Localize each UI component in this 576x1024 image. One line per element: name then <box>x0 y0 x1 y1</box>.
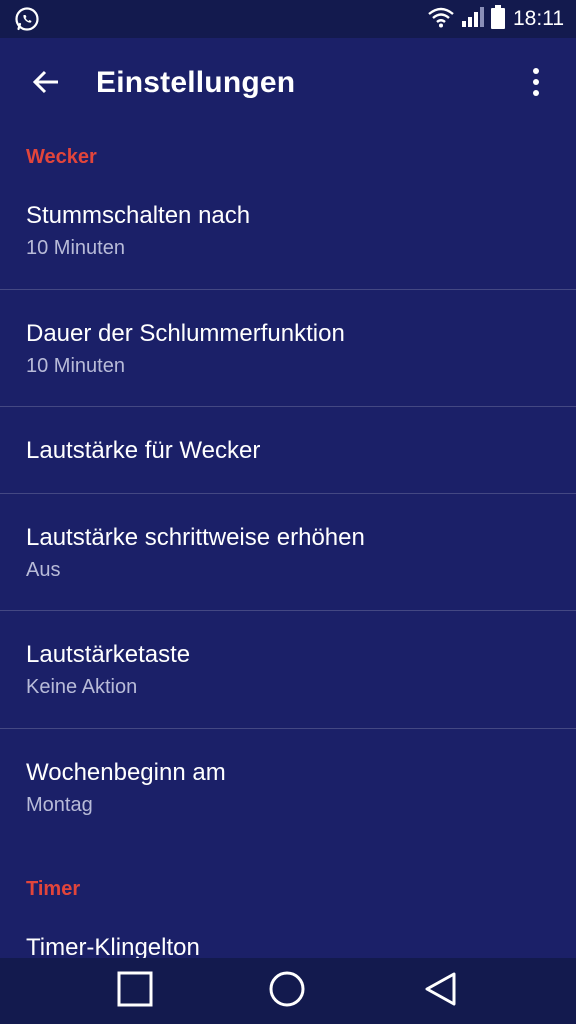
more-vert-icon <box>531 67 541 102</box>
pref-snooze-duration[interactable]: Dauer der Schlummerfunktion 10 Minuten <box>0 290 576 407</box>
arrow-back-icon <box>31 67 61 102</box>
screen: 18:11 Einstellungen Wecker Stummschalten… <box>0 0 576 1024</box>
settings-list[interactable]: Wecker Stummschalten nach 10 Minuten Dau… <box>0 130 576 958</box>
page-title: Einstellungen <box>96 66 296 99</box>
navigation-bar <box>0 958 576 1024</box>
status-icons: 18:11 <box>427 0 564 38</box>
section-header-alarm: Wecker <box>26 146 97 168</box>
home-circle-icon <box>268 970 306 1013</box>
wifi-icon <box>427 6 455 33</box>
pref-summary: 10 Minuten <box>26 355 125 377</box>
pref-summary: Aus <box>26 559 61 581</box>
recents-square-icon <box>117 971 153 1012</box>
status-bar: 18:11 <box>0 0 576 38</box>
pref-title: Wochenbeginn am <box>26 759 226 786</box>
pref-title: Timer-Klingelton <box>26 934 200 958</box>
pref-summary: 10 Minuten <box>26 237 125 259</box>
overflow-menu-button[interactable] <box>516 62 556 106</box>
pref-timer-ringtone[interactable]: Timer-Klingelton <box>0 906 576 958</box>
status-time: 18:11 <box>513 7 564 30</box>
pref-title: Lautstärke für Wecker <box>26 437 261 464</box>
pref-volume-button[interactable]: Lautstärketaste Keine Aktion <box>0 611 576 729</box>
pref-title: Dauer der Schlummerfunktion <box>26 320 345 347</box>
back-triangle-icon <box>422 971 458 1012</box>
pref-week-start[interactable]: Wochenbeginn am Montag <box>0 729 576 845</box>
pref-alarm-volume[interactable]: Lautstärke für Wecker <box>0 407 576 494</box>
nav-back-button[interactable] <box>420 971 460 1011</box>
signal-icon <box>461 6 485 33</box>
pref-title: Lautstärke schrittweise erhöhen <box>26 524 365 551</box>
pref-summary: Montag <box>26 794 93 816</box>
back-button[interactable] <box>24 62 68 106</box>
recents-button[interactable] <box>115 971 155 1011</box>
pref-gradual-volume[interactable]: Lautstärke schrittweise erhöhen Aus <box>0 494 576 611</box>
section-header-timer: Timer <box>26 878 81 900</box>
pref-title: Lautstärketaste <box>26 641 191 668</box>
pref-mute-after[interactable]: Stummschalten nach 10 Minuten <box>0 174 576 290</box>
app-bar: Einstellungen <box>0 38 576 130</box>
home-button[interactable] <box>267 971 307 1011</box>
pref-summary: Keine Aktion <box>26 676 138 698</box>
whatsapp-icon <box>14 6 40 32</box>
pref-title: Stummschalten nach <box>26 202 251 229</box>
battery-icon <box>491 4 505 34</box>
